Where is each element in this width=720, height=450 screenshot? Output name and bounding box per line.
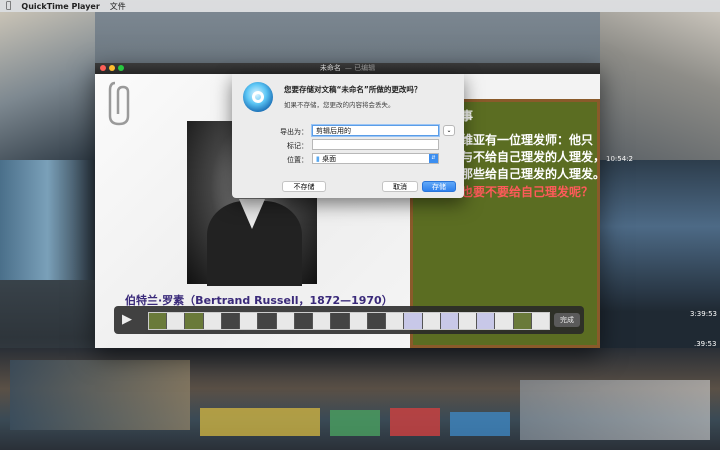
- zoom-window-button[interactable]: [118, 65, 124, 71]
- window-titlebar[interactable]: 未命名 — 已编辑: [95, 63, 600, 74]
- close-window-button[interactable]: [100, 65, 106, 71]
- trim-timeline[interactable]: [148, 312, 550, 330]
- expand-dialog-button[interactable]: ⌄: [443, 125, 455, 136]
- save-dialog: 您要存储对文稿“未命名”所做的更改吗？ 如果不存储，您更改的内容将会丢失。 导出…: [232, 74, 464, 198]
- location-select[interactable]: ▮ 桌面 ⇵: [312, 153, 439, 164]
- menu-item-file[interactable]: 文件: [110, 1, 126, 12]
- window-controls: [100, 65, 124, 71]
- dialog-title: 您要存储对文稿“未命名”所做的更改吗？: [284, 85, 422, 94]
- cancel-button[interactable]: 取消: [382, 181, 418, 192]
- window-title-suffix: — 已编辑: [344, 64, 376, 72]
- location-label: 位置：: [287, 156, 308, 164]
- done-button[interactable]: 完成: [554, 313, 580, 327]
- trim-bar: ▶ 完成: [114, 306, 584, 334]
- desktop-clock-1: 10:54:2: [606, 155, 633, 163]
- dialog-subtitle: 如果不存储，您更改的内容将会丢失。: [284, 101, 395, 109]
- play-icon[interactable]: ▶: [122, 312, 132, 327]
- tags-label: 标记：: [287, 142, 308, 150]
- apple-icon[interactable]: : [6, 1, 11, 11]
- desktop-clock-3: .39:53: [694, 340, 717, 348]
- quicktime-icon: [243, 82, 273, 112]
- desktop-clock-2: 3:39:53: [690, 310, 717, 318]
- menu-bar:  QuickTime Player 文件: [0, 0, 720, 12]
- menu-app-name[interactable]: QuickTime Player: [21, 2, 99, 11]
- window-title: 未命名: [319, 64, 341, 72]
- location-value: 桌面: [322, 155, 337, 163]
- export-as-field[interactable]: 剪辑后用的: [312, 125, 439, 136]
- dont-save-button[interactable]: 不存储: [282, 181, 326, 192]
- slide-right-line-2: 与不给自己理发的人理发，: [461, 150, 606, 164]
- save-button[interactable]: 存储: [422, 181, 456, 192]
- export-as-label: 导出为：: [280, 128, 308, 136]
- slide-right-line-1: 维亚有一位理发师：他只: [461, 133, 594, 147]
- paperclip-icon: [108, 81, 130, 126]
- chevron-down-icon: ⌄: [446, 127, 452, 134]
- tags-field[interactable]: [312, 139, 439, 150]
- folder-icon: ▮: [316, 155, 320, 163]
- minimize-window-button[interactable]: [109, 65, 115, 71]
- select-arrows-icon: ⇵: [429, 154, 438, 163]
- slide-right-line-3: 那些给自己理发的人理发。: [461, 167, 606, 181]
- slide-right-question: 也要不要给自己理发呢？: [461, 185, 594, 199]
